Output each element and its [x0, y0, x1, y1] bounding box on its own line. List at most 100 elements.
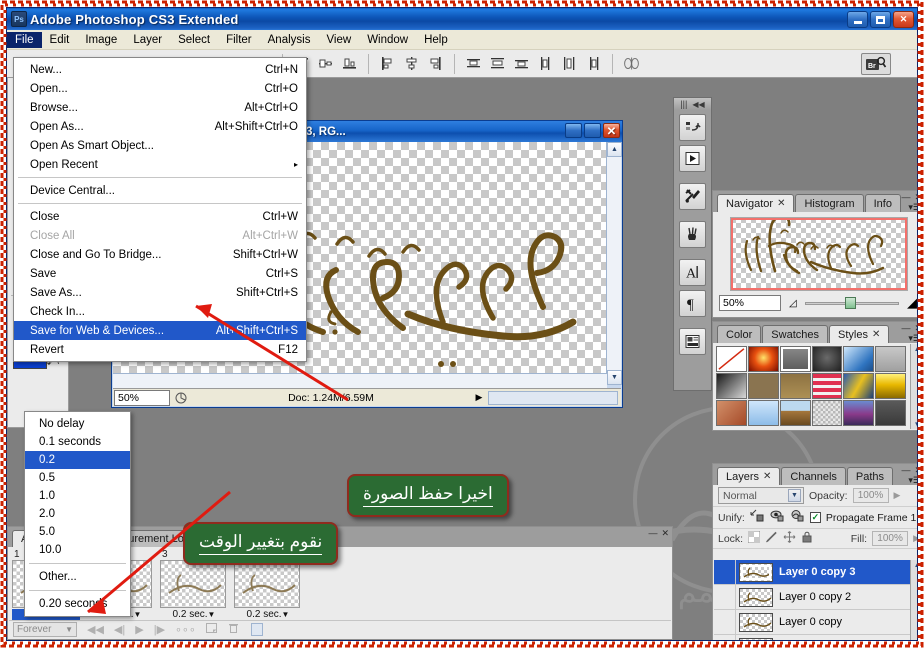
- style-swatch[interactable]: [779, 346, 811, 372]
- layer-visibility-toggle[interactable]: [714, 610, 736, 634]
- chevron-down-icon[interactable]: ▼: [65, 625, 73, 634]
- align-left-edges-icon[interactable]: [378, 54, 397, 73]
- delay-option-2-0[interactable]: 2.0: [25, 505, 130, 523]
- opacity-slider-arrow-icon[interactable]: ▶: [894, 490, 901, 501]
- menu-item-revert[interactable]: Revert F12: [14, 340, 306, 359]
- frame-thumbnail[interactable]: [234, 560, 300, 608]
- tween-frames-icon[interactable]: ∘∘∘: [175, 623, 196, 636]
- menu-item-device-central[interactable]: Device Central...: [14, 181, 306, 200]
- delay-option-0-2[interactable]: 0.2: [25, 451, 130, 469]
- duplicate-frame-icon[interactable]: [205, 622, 218, 637]
- chevron-down-icon[interactable]: ▼: [282, 610, 290, 619]
- zoom-level-field[interactable]: 50%: [114, 389, 170, 406]
- play-animation-icon[interactable]: ▶: [135, 623, 143, 636]
- table-row[interactable]: Layer 0 copy 3: [714, 560, 910, 585]
- loop-option-select[interactable]: Forever ▼: [13, 622, 77, 637]
- navigator-zoom-field[interactable]: 50%: [719, 295, 781, 311]
- zoom-in-icon[interactable]: ◢: [907, 295, 917, 311]
- align-vertical-centers-icon[interactable]: [316, 54, 335, 73]
- document-minimize-button[interactable]: [565, 123, 582, 138]
- palette-close-icon[interactable]: ✕: [661, 528, 669, 539]
- window-maximize-button[interactable]: [870, 11, 891, 28]
- select-first-frame-icon[interactable]: ◀◀: [87, 623, 104, 636]
- lock-transparent-pixels-icon[interactable]: [747, 530, 761, 546]
- menu-filter[interactable]: Filter: [218, 32, 260, 48]
- blend-mode-select[interactable]: Normal ▼: [718, 487, 804, 504]
- close-icon[interactable]: ✕: [763, 471, 771, 482]
- menu-item-check-in[interactable]: Check In...: [14, 302, 306, 321]
- layer-visibility-toggle[interactable]: [714, 635, 736, 640]
- menu-layer[interactable]: Layer: [125, 32, 170, 48]
- menu-edit[interactable]: Edit: [42, 32, 78, 48]
- character-panel-icon[interactable]: A: [679, 259, 706, 286]
- delete-frame-icon[interactable]: [228, 622, 239, 637]
- chevron-down-icon[interactable]: ▼: [208, 610, 216, 619]
- style-swatch[interactable]: [875, 373, 906, 399]
- status-scroll-strip[interactable]: [488, 390, 618, 405]
- style-swatch[interactable]: [811, 400, 843, 426]
- frame-thumbnail[interactable]: [160, 560, 226, 608]
- style-swatch[interactable]: [716, 400, 747, 426]
- frame-delay-value[interactable]: 0.2 sec.▼: [234, 609, 302, 620]
- propagate-frame-checkbox[interactable]: ✓: [809, 512, 821, 523]
- close-icon[interactable]: ✕: [777, 198, 785, 209]
- palette-minimize-icon[interactable]: —: [648, 528, 657, 539]
- style-swatch[interactable]: [747, 373, 779, 399]
- tab-paths[interactable]: Paths: [846, 467, 894, 485]
- style-swatch-none[interactable]: [716, 346, 747, 372]
- canvas-vertical-scrollbar[interactable]: ▲ ▼: [606, 142, 622, 385]
- menu-item-open[interactable]: Open... Ctrl+O: [14, 79, 306, 98]
- opacity-field[interactable]: 100%: [852, 488, 889, 503]
- menu-item-close-and-go-to-bridge[interactable]: Close and Go To Bridge... Shift+Ctrl+W: [14, 245, 306, 264]
- styles-palette-menu-icon[interactable]: ▾☰: [908, 333, 917, 344]
- fill-field[interactable]: 100%: [872, 531, 909, 546]
- distribute-left-edges-icon[interactable]: [536, 54, 555, 73]
- tab-info[interactable]: Info: [864, 194, 901, 212]
- scroll-down-button[interactable]: ▼: [607, 370, 622, 385]
- select-previous-frame-icon[interactable]: ◀|: [114, 623, 125, 636]
- distribute-vertical-centers-icon[interactable]: [488, 54, 507, 73]
- align-bottom-edges-icon[interactable]: [340, 54, 359, 73]
- menu-item-save-as[interactable]: Save As... Shift+Ctrl+S: [14, 283, 306, 302]
- tab-layers[interactable]: Layers ✕: [717, 467, 781, 485]
- tab-color[interactable]: Color: [717, 325, 762, 343]
- canvas-horizontal-scrollbar[interactable]: [113, 373, 607, 388]
- style-swatch[interactable]: [747, 346, 779, 372]
- scroll-down-icon[interactable]: ▼: [914, 420, 917, 429]
- menu-item-save[interactable]: Save Ctrl+S: [14, 264, 306, 283]
- delay-option-0-1[interactable]: 0.1 seconds: [25, 433, 130, 451]
- style-swatch[interactable]: [843, 400, 875, 426]
- tool-presets-panel-icon[interactable]: [679, 183, 706, 210]
- scroll-up-icon[interactable]: ▲: [914, 560, 917, 569]
- history-panel-icon[interactable]: [679, 114, 706, 141]
- menu-select[interactable]: Select: [170, 32, 218, 48]
- style-swatch[interactable]: [875, 346, 906, 372]
- navigator-palette-menu-icon[interactable]: ▾☰: [908, 202, 917, 213]
- scroll-up-icon[interactable]: ▲: [914, 344, 917, 353]
- menu-item-open-as[interactable]: Open As... Alt+Shift+Ctrl+O: [14, 117, 306, 136]
- lock-all-icon[interactable]: [801, 531, 813, 546]
- distribute-bottom-edges-icon[interactable]: [512, 54, 531, 73]
- unify-style-icon[interactable]: [790, 509, 805, 526]
- layers-scrollbar[interactable]: ▲ ▼: [910, 560, 917, 640]
- animation-scroll-strip[interactable]: [250, 623, 263, 636]
- tab-histogram[interactable]: Histogram: [795, 194, 864, 212]
- menu-item-open-as-smart-object[interactable]: Open As Smart Object...: [14, 136, 306, 155]
- style-swatch[interactable]: [779, 373, 811, 399]
- delay-option-other[interactable]: Other...: [25, 568, 130, 586]
- scroll-up-button[interactable]: ▲: [607, 142, 622, 157]
- menu-window[interactable]: Window: [359, 32, 416, 48]
- layer-visibility-toggle[interactable]: [714, 585, 736, 609]
- menu-view[interactable]: View: [318, 32, 359, 48]
- menu-item-save-for-web-and-devices[interactable]: Save for Web & Devices... Alt+Shift+Ctrl…: [14, 321, 306, 340]
- close-icon[interactable]: ✕: [872, 329, 880, 340]
- auto-align-layers-icon[interactable]: [622, 54, 641, 73]
- style-swatch[interactable]: [843, 373, 875, 399]
- delay-option-0-5[interactable]: 0.5: [25, 469, 130, 487]
- unify-position-icon[interactable]: [750, 509, 765, 526]
- table-row[interactable]: Layer 0 copy 2: [714, 585, 910, 610]
- delay-option-1-0[interactable]: 1.0: [25, 487, 130, 505]
- menu-file[interactable]: File: [7, 31, 42, 48]
- window-minimize-button[interactable]: [847, 11, 868, 28]
- menu-help[interactable]: Help: [416, 32, 456, 48]
